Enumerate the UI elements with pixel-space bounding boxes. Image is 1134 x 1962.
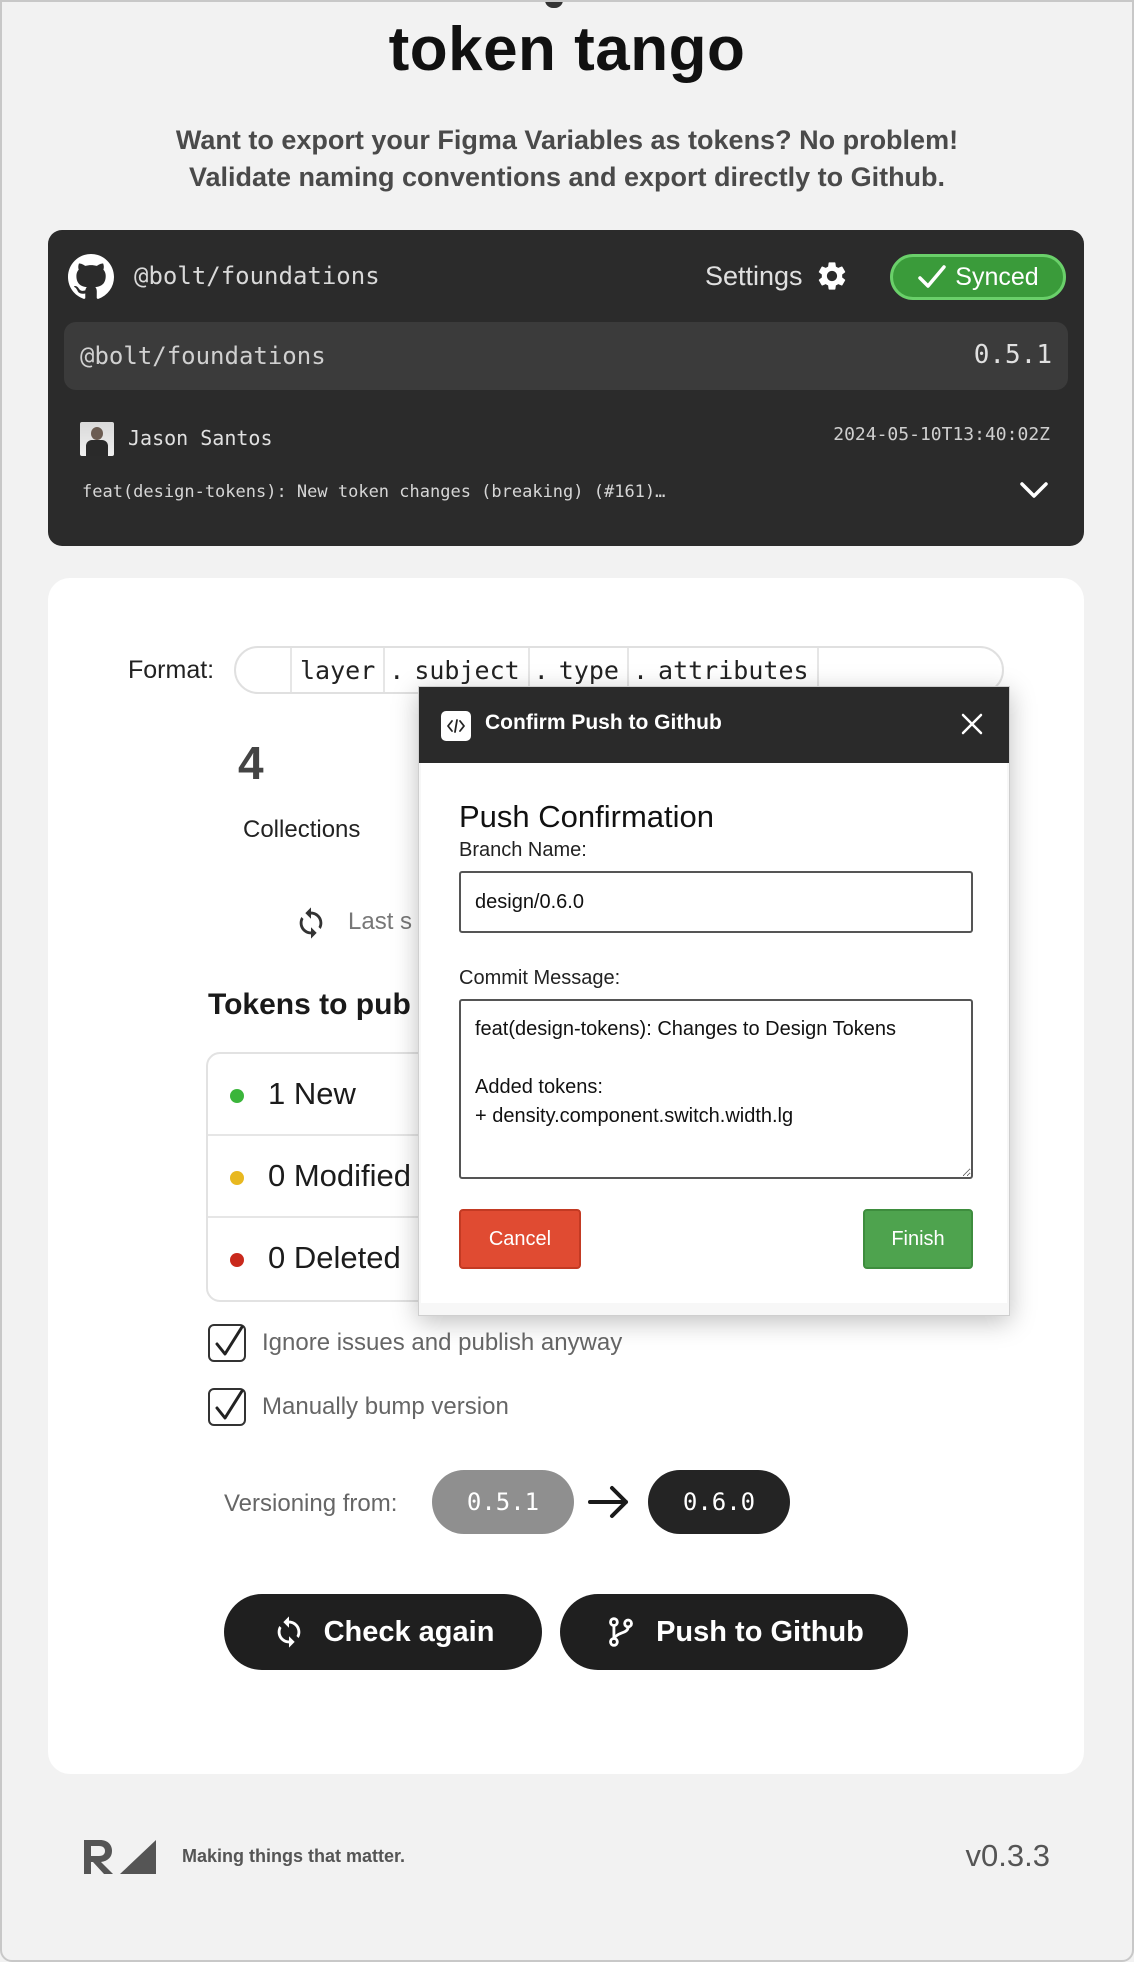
github-icon xyxy=(68,254,114,299)
package-row: @bolt/foundations 0.5.1 xyxy=(64,322,1068,390)
synced-label: Synced xyxy=(955,262,1039,291)
push-confirmation-heading: Push Confirmation xyxy=(459,799,715,834)
check-again-label: Check again xyxy=(323,1615,495,1648)
author-avatar xyxy=(80,422,114,456)
git-branch-icon xyxy=(609,1617,633,1647)
tagline-line-1: Want to export your Figma Variables as t… xyxy=(175,125,959,155)
close-icon[interactable] xyxy=(957,709,987,739)
checkmark-icon xyxy=(215,1325,244,1356)
dialog-title: Confirm Push to Github xyxy=(485,711,722,734)
last-synced-text: Last s xyxy=(348,908,413,935)
push-to-github-label: Push to Github xyxy=(656,1615,864,1648)
checkmark-icon xyxy=(918,265,947,288)
branch-name-label: Branch Name: xyxy=(459,839,587,861)
window-grip xyxy=(545,0,563,8)
ignore-issues-label: Ignore issues and publish anyway xyxy=(262,1329,623,1356)
modified-status-dot xyxy=(230,1171,244,1185)
new-status-dot xyxy=(230,1089,244,1103)
repo-name: @bolt/foundations xyxy=(134,262,380,290)
ignore-issues-option[interactable]: Ignore issues and publish anyway xyxy=(208,1324,622,1362)
format-segment-layer: layer xyxy=(292,648,386,692)
refresh-icon xyxy=(277,1616,300,1648)
format-label: Format: xyxy=(128,656,215,684)
package-name: @bolt/foundations xyxy=(80,342,326,370)
arrow-right-icon xyxy=(588,1486,628,1518)
finish-button[interactable]: Finish xyxy=(863,1209,973,1269)
deleted-status-dot xyxy=(230,1253,244,1267)
commit-message-label: Commit Message: xyxy=(459,967,621,989)
tokens-to-publish-heading: Tokens to pub xyxy=(208,988,411,1021)
gear-icon xyxy=(818,262,845,290)
ignore-issues-checkbox[interactable] xyxy=(208,1324,246,1362)
chevron-down-icon[interactable] xyxy=(1018,478,1050,502)
tagline: Want to export your Figma Variables as t… xyxy=(0,122,1134,196)
dialog-body: Push Confirmation Branch Name: Commit Me… xyxy=(421,763,1007,1303)
confirm-push-dialog: Confirm Push to Github Push Confirmation… xyxy=(418,686,1010,1316)
tokens-deleted-count: 0 Deleted xyxy=(268,1240,401,1275)
code-icon xyxy=(441,711,471,741)
tokens-modified-count: 0 Modified xyxy=(268,1158,412,1193)
tokens-new-count: 1 New xyxy=(268,1076,356,1111)
package-version: 0.5.1 xyxy=(973,340,1052,370)
branch-name-input[interactable] xyxy=(459,871,973,933)
settings-label: Settings xyxy=(705,260,803,291)
version-from-badge: 0.5.1 xyxy=(432,1470,574,1534)
collections-count: 4 xyxy=(238,737,264,789)
format-segment-empty xyxy=(236,648,292,692)
commit-message-input[interactable] xyxy=(459,999,973,1179)
synced-status-badge: Synced xyxy=(890,254,1066,300)
cancel-button[interactable]: Cancel xyxy=(459,1209,581,1269)
commit-timestamp: 2024-05-10T13:40:02Z xyxy=(833,424,1050,445)
versioning-label: Versioning from: xyxy=(224,1490,398,1517)
manual-bump-option[interactable]: Manually bump version xyxy=(208,1388,509,1426)
check-again-button[interactable]: Check again xyxy=(224,1594,542,1670)
push-to-github-button[interactable]: Push to Github xyxy=(560,1594,908,1670)
version-to-badge[interactable]: 0.6.0 xyxy=(648,1470,790,1534)
collections-label: Collections xyxy=(243,816,361,843)
manual-bump-label: Manually bump version xyxy=(262,1393,509,1420)
checkmark-icon xyxy=(215,1389,244,1420)
repo-panel: @bolt/foundations Settings Synced @bolt/… xyxy=(48,230,1084,546)
dialog-titlebar: Confirm Push to Github xyxy=(419,687,1009,763)
footer-tagline: Making things that matter. xyxy=(182,1846,406,1866)
brand-logo xyxy=(84,1840,156,1874)
app-version: v0.3.3 xyxy=(965,1838,1050,1873)
manual-bump-checkbox[interactable] xyxy=(208,1388,246,1426)
commit-message: feat(design-tokens): New token changes (… xyxy=(82,482,666,502)
app-title: token tango xyxy=(388,15,746,84)
tagline-line-2: Validate naming conventions and export d… xyxy=(188,162,946,192)
commit-author: Jason Santos xyxy=(128,426,273,450)
refresh-icon xyxy=(299,907,323,939)
settings-button[interactable]: Settings xyxy=(705,254,849,298)
format-separator: . xyxy=(389,656,405,685)
